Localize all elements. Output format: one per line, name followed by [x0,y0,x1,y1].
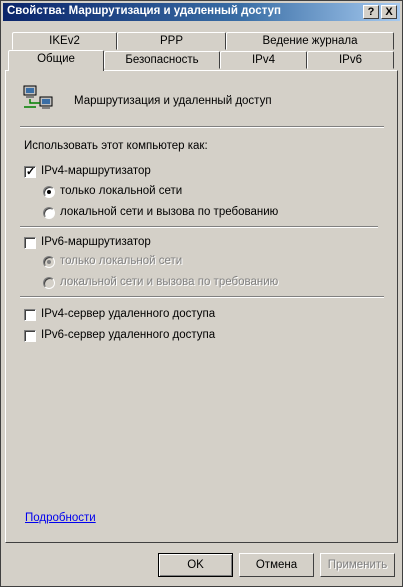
apply-label: Применить [327,559,388,571]
ipv4-lan-demand-label: локальной сети и вызова по требованию [60,206,279,218]
details-link[interactable]: Подробности [25,512,96,524]
cancel-button[interactable]: Отмена [239,553,314,577]
network-computers-icon [23,85,53,109]
tab-ipv6[interactable]: IPv6 [307,51,394,69]
divider [20,296,384,298]
ok-button[interactable]: OK [158,553,233,577]
tab-security[interactable]: Безопасность [104,51,220,69]
ipv6-server-label: IPv6-сервер удаленного доступа [41,329,216,341]
ipv4-router-checkbox[interactable]: ✓ [24,166,36,178]
tab-logging[interactable]: Ведение журнала [226,32,394,50]
ipv6-lan-only-label: только локальной сети [60,255,183,267]
section-label: Использовать этот компьютер как: [24,140,208,152]
ipv6-lan-demand-radio [43,277,55,289]
tab-ipv4[interactable]: IPv4 [220,51,307,69]
divider [20,126,384,128]
ipv6-router-label: IPv6-маршрутизатор [41,236,151,248]
ipv4-lan-only-radio[interactable] [43,186,55,198]
tab-ikev2[interactable]: IKEv2 [12,32,117,50]
tab-general[interactable]: Общие [8,50,104,71]
ipv4-router-label: IPv4-маршрутизатор [41,165,151,177]
ipv6-server-checkbox[interactable] [24,330,36,342]
ipv4-server-checkbox[interactable] [24,309,36,321]
window-title: Свойства: Маршрутизация и удаленный дост… [7,5,281,17]
title-bar[interactable]: Свойства: Маршрутизация и удаленный дост… [3,3,400,21]
ipv6-router-checkbox[interactable] [24,237,36,249]
header-title: Маршрутизация и удаленный доступ [74,95,272,107]
ipv6-lan-only-radio [43,256,55,268]
ok-label: OK [187,559,204,571]
help-button[interactable]: ? [363,5,379,19]
ipv6-lan-demand-label: локальной сети и вызова по требованию [60,276,279,288]
ipv4-server-label: IPv4-сервер удаленного доступа [41,308,216,320]
divider [20,226,378,228]
close-button[interactable]: X [381,5,397,19]
apply-button: Применить [320,553,395,577]
properties-dialog: Свойства: Маршрутизация и удаленный дост… [0,0,403,587]
ipv4-lan-demand-radio[interactable] [43,207,55,219]
ipv4-lan-only-label: только локальной сети [60,185,183,197]
cancel-label: Отмена [255,559,298,571]
general-panel: Маршрутизация и удаленный доступ Использ… [5,70,398,543]
tab-ppp[interactable]: PPP [117,32,226,50]
